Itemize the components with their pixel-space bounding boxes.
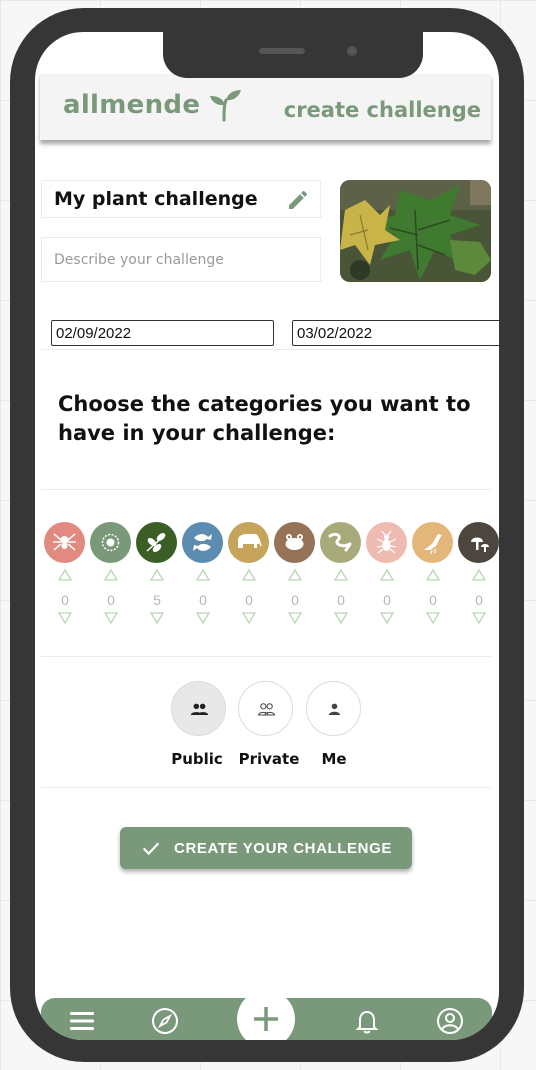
triangle-up-icon[interactable]: [150, 569, 164, 581]
leaf-photo-image: [340, 180, 491, 282]
triangle-up-icon[interactable]: [58, 569, 72, 581]
category-insect[interactable]: [366, 522, 407, 563]
create-challenge-button[interactable]: CREATE YOUR CHALLENGE: [120, 827, 412, 869]
pencil-icon[interactable]: [286, 188, 310, 212]
category-count: 0: [245, 592, 253, 608]
screen-title: create challenge: [283, 98, 481, 122]
category-mammal[interactable]: [228, 522, 269, 563]
category-plant[interactable]: [136, 522, 177, 563]
category-count: 0: [383, 592, 391, 608]
triangle-down-icon[interactable]: [380, 612, 394, 624]
divider: [41, 787, 491, 788]
bell-icon[interactable]: [353, 1007, 381, 1035]
app-screen: allmende create challenge My plant chall…: [35, 32, 499, 1040]
fungi-icon: [471, 537, 489, 552]
category-count: 0: [337, 592, 345, 608]
category-reptile[interactable]: [320, 522, 361, 563]
triangle-up-icon[interactable]: [380, 569, 394, 581]
sprout-icon: [210, 90, 241, 122]
triangle-up-icon[interactable]: [472, 569, 486, 581]
create-challenge-label: CREATE YOUR CHALLENGE: [174, 839, 392, 857]
category-bird[interactable]: [412, 522, 453, 563]
triangle-down-icon[interactable]: [472, 612, 486, 624]
mammal-icon: [238, 534, 262, 548]
triangle-down-icon[interactable]: [104, 612, 118, 624]
phone-frame: allmende create challenge My plant chall…: [10, 8, 524, 1062]
challenge-description-input[interactable]: [41, 237, 321, 282]
plus-icon: [254, 1007, 278, 1031]
category-fungi[interactable]: [458, 522, 499, 563]
amphibian-icon: [285, 534, 304, 550]
account-icon[interactable]: [436, 1007, 464, 1035]
spider-icon: [53, 533, 76, 551]
divider: [41, 656, 491, 657]
group-icon: [190, 703, 209, 716]
app-header: allmende create challenge: [40, 74, 491, 140]
triangle-down-icon[interactable]: [426, 612, 440, 624]
divider: [41, 349, 491, 350]
category-fish[interactable]: [182, 522, 223, 563]
plant-icon: [146, 533, 166, 552]
triangle-up-icon[interactable]: [426, 569, 440, 581]
triangle-down-icon[interactable]: [334, 612, 348, 624]
group-outline-icon: [258, 703, 275, 716]
category-count: 0: [107, 592, 115, 608]
coral-icon: [101, 533, 120, 552]
visibility-private-button[interactable]: [238, 681, 293, 736]
insect-icon: [376, 530, 397, 554]
challenge-name-value: My plant challenge: [54, 188, 258, 210]
category-count: 0: [429, 592, 437, 608]
triangle-up-icon[interactable]: [104, 569, 118, 581]
category-coral[interactable]: [90, 522, 131, 563]
category-count: 0: [291, 592, 299, 608]
triangle-up-icon[interactable]: [242, 569, 256, 581]
challenge-photo[interactable]: [340, 180, 491, 282]
triangle-down-icon[interactable]: [196, 612, 210, 624]
compass-icon[interactable]: [151, 1007, 179, 1035]
add-challenge-button[interactable]: [237, 990, 295, 1040]
fish-icon: [193, 534, 212, 551]
triangle-down-icon[interactable]: [58, 612, 72, 624]
bird-icon: [424, 534, 442, 555]
category-spider[interactable]: [44, 522, 85, 563]
category-amphibian[interactable]: [274, 522, 315, 563]
triangle-up-icon[interactable]: [334, 569, 348, 581]
menu-icon[interactable]: [68, 1007, 96, 1035]
brand-logo-text: allmende: [63, 90, 201, 120]
category-count: 0: [199, 592, 207, 608]
category-count: 5: [153, 592, 161, 608]
visibility-me-label[interactable]: Me: [284, 750, 384, 768]
triangle-down-icon[interactable]: [288, 612, 302, 624]
person-icon: [328, 703, 341, 716]
speaker-slot: [259, 48, 305, 54]
category-count: 0: [61, 592, 69, 608]
phone-notch: [163, 32, 423, 78]
camera-dot: [347, 46, 357, 56]
triangle-up-icon[interactable]: [288, 569, 302, 581]
category-count: 0: [475, 592, 483, 608]
triangle-up-icon[interactable]: [196, 569, 210, 581]
divider: [41, 489, 491, 490]
end-date-input[interactable]: [292, 320, 499, 346]
visibility-public-button[interactable]: [171, 681, 226, 736]
categories-prompt: Choose the categories you want to have i…: [58, 392, 471, 445]
check-icon: [142, 842, 160, 856]
triangle-down-icon[interactable]: [150, 612, 164, 624]
challenge-name-field[interactable]: My plant challenge: [41, 180, 321, 218]
triangle-down-icon[interactable]: [242, 612, 256, 624]
visibility-me-button[interactable]: [306, 681, 361, 736]
reptile-icon: [328, 532, 352, 552]
start-date-input[interactable]: [51, 320, 274, 346]
